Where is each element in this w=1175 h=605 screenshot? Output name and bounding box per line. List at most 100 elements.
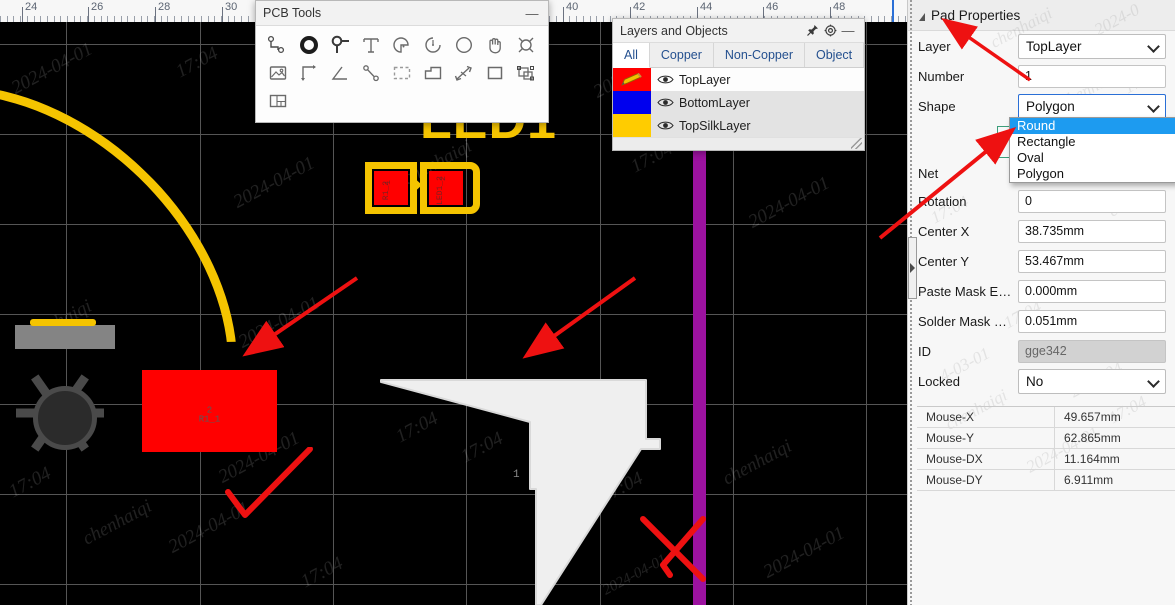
eye-icon[interactable] <box>651 120 679 131</box>
tab-non-copper[interactable]: Non-Copper <box>714 43 805 67</box>
via-marker[interactable] <box>16 370 104 456</box>
panel-splitter[interactable] <box>907 0 917 605</box>
layers-panel-titlebar[interactable]: Layers and Objects — <box>613 19 864 43</box>
label-number: Number <box>918 68 965 84</box>
chevron-down-icon <box>1149 102 1158 111</box>
arc-tool[interactable] <box>386 31 417 59</box>
minimize-icon[interactable]: — <box>839 22 857 40</box>
text-tool[interactable] <box>355 31 386 59</box>
component-led1-2[interactable]: LED1_2 2 <box>420 162 480 214</box>
pcb-tools-panel[interactable]: PCB Tools — <box>255 0 549 123</box>
angle-tool[interactable] <box>324 59 355 87</box>
label-paste-mask-expansion: Paste Mask E… <box>918 283 1012 299</box>
table-tool[interactable] <box>262 87 293 115</box>
annotation-check-mark <box>225 447 313 518</box>
property-row-locked: Locked No <box>918 366 1166 396</box>
ruler-label: 26 <box>91 1 104 13</box>
rectangle-tool[interactable] <box>480 59 511 87</box>
shape-option-round[interactable]: Round <box>1010 118 1175 134</box>
layer-select[interactable]: TopLayer <box>1018 33 1166 59</box>
ruler-label: 44 <box>700 1 713 13</box>
circle-tool[interactable] <box>449 31 480 59</box>
shape-option-polygon[interactable]: Polygon <box>1010 166 1175 182</box>
track-tool[interactable] <box>262 31 293 59</box>
pad-properties-header[interactable]: Pad Properties <box>908 0 1175 31</box>
layer-color-swatch[interactable] <box>613 68 651 91</box>
chevron-down-icon <box>1149 377 1158 386</box>
property-row-paste-mask-expansion: Paste Mask E… 0.000mm <box>918 276 1166 306</box>
paste-mask-expansion-input[interactable]: 0.000mm <box>1018 279 1166 303</box>
dimension-tool[interactable] <box>293 59 324 87</box>
pin-icon[interactable] <box>803 22 821 40</box>
ruler-label: 24 <box>25 1 38 13</box>
center-y-input[interactable]: 53.467mm <box>1018 249 1166 273</box>
solder-mask-expansion-input[interactable]: 0.051mm <box>1018 309 1166 333</box>
ruler-label: 48 <box>833 1 846 13</box>
mouse-dy-label: Mouse-DY <box>926 473 983 487</box>
pad-tool[interactable] <box>324 31 355 59</box>
number-input[interactable]: 1 <box>1018 64 1166 88</box>
pcb-tools-titlebar[interactable]: PCB Tools — <box>256 1 548 26</box>
tab-copper[interactable]: Copper <box>650 43 714 67</box>
group-tool[interactable] <box>511 59 542 87</box>
label-center-y: Center Y <box>918 253 970 269</box>
pad-number: 1 <box>383 180 393 185</box>
pad-r1-1[interactable]: 2 R1_1 <box>142 370 277 452</box>
via-tool[interactable] <box>293 31 324 59</box>
shape-select[interactable]: Polygon <box>1018 93 1166 119</box>
splitter-collapse-handle[interactable] <box>908 237 917 299</box>
watermark: 2024-04-01 <box>760 522 849 583</box>
ruler-label: 42 <box>633 1 646 13</box>
polyline-tool[interactable] <box>355 59 386 87</box>
mouse-info-table: Mouse-X 49.657mm Mouse-Y 62.865mm Mouse-… <box>917 406 1175 491</box>
image-tool[interactable] <box>262 59 293 87</box>
layer-color-swatch[interactable] <box>613 114 651 137</box>
shape-option-rectangle[interactable]: Rectangle <box>1010 134 1175 150</box>
pcb-canvas[interactable]: 24 26 28 30 40 42 44 46 48 2024-04-01 17:04 chen… <box>0 0 907 605</box>
layer-row-toplayer[interactable]: TopLayer <box>613 68 864 91</box>
layer-name: TopLayer <box>679 72 731 87</box>
label-layer: Layer <box>918 38 951 54</box>
arc-center-tool[interactable] <box>418 31 449 59</box>
silkscreen-bar[interactable] <box>30 319 96 326</box>
center-x-input[interactable]: 38.735mm <box>1018 219 1166 243</box>
chevron-down-icon <box>1149 42 1158 51</box>
measure-tool[interactable] <box>449 59 480 87</box>
mouse-dx-label: Mouse-DX <box>926 452 983 466</box>
layers-and-objects-panel[interactable]: Layers and Objects — All Copper Non-Copp… <box>612 18 865 151</box>
locked-select[interactable]: No <box>1018 368 1166 394</box>
watermark: 2024-04-01 <box>235 292 324 353</box>
ruler-major-tick <box>222 7 223 22</box>
eye-icon[interactable] <box>651 97 679 108</box>
minimize-icon[interactable]: — <box>523 4 541 22</box>
gear-icon[interactable] <box>821 22 839 40</box>
pencil-icon <box>620 72 644 90</box>
rotation-input[interactable]: 0 <box>1018 189 1166 213</box>
layer-color-swatch[interactable] <box>613 91 651 114</box>
mouse-row-dy: Mouse-DY 6.911mm <box>917 470 1175 491</box>
select-region-tool[interactable] <box>386 59 417 87</box>
panel-resize-grip[interactable] <box>613 137 864 150</box>
eye-icon[interactable] <box>651 74 679 85</box>
mouse-x-value: 49.657mm <box>1054 407 1175 427</box>
hole-tool[interactable] <box>511 31 542 59</box>
component-body[interactable] <box>15 325 115 349</box>
solid-region-tool[interactable] <box>418 59 449 87</box>
property-row-center-x: Center X 38.735mm <box>918 216 1166 246</box>
property-row-id: ID gge342 <box>918 336 1166 366</box>
layer-row-topsilklayer[interactable]: TopSilkLayer <box>613 114 864 137</box>
collapse-caret-icon[interactable] <box>919 12 925 21</box>
layer-row-bottomlayer[interactable]: BottomLayer <box>613 91 864 114</box>
layer-list: TopLayer BottomLayer TopSilkLayer <box>613 68 864 137</box>
hand-tool[interactable] <box>480 31 511 59</box>
mouse-row-x: Mouse-X 49.657mm <box>917 407 1175 428</box>
tab-all[interactable]: All <box>613 43 650 68</box>
solid-region-polygon[interactable] <box>378 377 668 605</box>
tab-object[interactable]: Object <box>805 43 865 67</box>
label-id: ID <box>918 343 931 359</box>
shape-option-oval[interactable]: Oval <box>1010 150 1175 166</box>
shape-dropdown-list[interactable]: Round Rectangle Oval Polygon <box>1009 117 1175 183</box>
ruler-label: 46 <box>766 1 779 13</box>
locked-value: No <box>1026 373 1044 389</box>
id-value: gge342 <box>1018 339 1166 363</box>
